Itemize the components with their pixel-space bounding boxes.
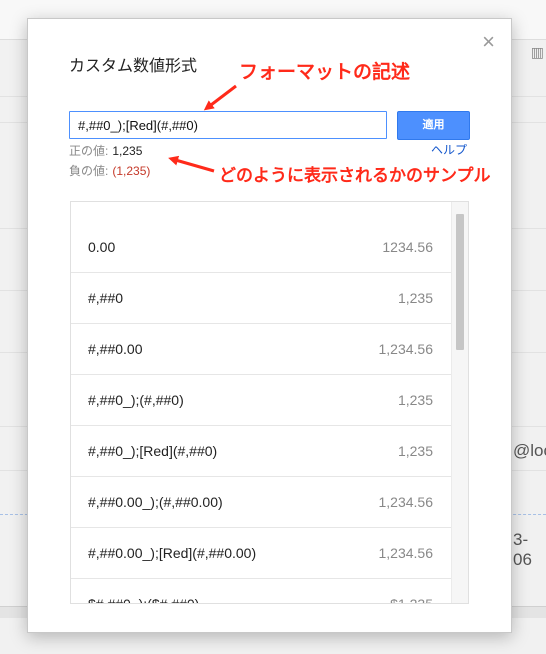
format-option[interactable]: #,##0_);(#,##0) 1,235 xyxy=(71,375,453,426)
format-example: 1234.56 xyxy=(382,239,433,255)
custom-number-format-dialog: カスタム数値形式 × 適用 ヘルプ 正の値:1,235 負の値:(1,235) … xyxy=(27,18,512,633)
format-option[interactable]: #,##0.00_);(#,##0.00) 1,234.56 xyxy=(71,477,453,528)
format-option[interactable]: #,##0 1,235 xyxy=(71,273,453,324)
cell-text: @loo xyxy=(513,441,546,460)
format-option[interactable]: $#,##0_);($#,##0) $1,235 xyxy=(71,579,453,604)
format-code: #,##0_);(#,##0) xyxy=(88,392,184,408)
format-code: #,##0.00_);(#,##0.00) xyxy=(88,494,223,510)
format-example: 1,235 xyxy=(397,443,433,459)
sample-annotation: どのように表示されるかのサンプル xyxy=(219,166,491,186)
format-example: 1,235 xyxy=(397,290,433,306)
format-input[interactable] xyxy=(69,111,387,139)
list-scrollbar[interactable] xyxy=(451,202,468,603)
format-example: $1,235 xyxy=(390,596,433,604)
format-annotation: フォーマットの記述 xyxy=(239,61,411,83)
format-code: 0.00 xyxy=(88,239,116,255)
positive-label: 正の値: xyxy=(69,144,109,158)
format-example: 1,234.56 xyxy=(378,545,434,561)
negative-sample: 負の値: (1,235) xyxy=(69,162,150,179)
format-option[interactable]: #,##0.00_);[Red](#,##0.00) 1,234.56 xyxy=(71,528,453,579)
positive-sample: 正の値: 1,235 xyxy=(69,142,142,159)
dialog-title: カスタム数値形式 xyxy=(69,58,198,75)
format-example: 1,234.56 xyxy=(378,494,434,510)
negative-label: 負の値: xyxy=(69,164,109,178)
positive-value: 1,235 xyxy=(112,144,143,158)
scrollbar-thumb[interactable] xyxy=(456,214,464,350)
format-example: 1,235 xyxy=(397,392,433,408)
cell-text: 3-06 xyxy=(513,530,532,569)
apply-button[interactable]: 適用 xyxy=(397,111,470,140)
format-code: #,##0 xyxy=(88,290,124,306)
format-code: #,##0.00_);[Red](#,##0.00) xyxy=(88,545,257,561)
format-list: 0.00 1234.56 #,##0 1,235 #,##0.00 1,234.… xyxy=(70,201,469,604)
close-icon[interactable]: × xyxy=(482,31,495,53)
negative-value: (1,235) xyxy=(112,164,151,178)
help-link[interactable]: ヘルプ xyxy=(431,141,467,158)
format-code: #,##0_);[Red](#,##0) xyxy=(88,443,218,459)
format-example: 1,234.56 xyxy=(378,341,434,357)
format-code: $#,##0_);($#,##0) xyxy=(88,596,200,604)
format-option[interactable]: 0.00 1234.56 xyxy=(71,222,453,273)
format-option[interactable]: #,##0.00 1,234.56 xyxy=(71,324,453,375)
toolbar-icon[interactable]: ▥ xyxy=(531,44,544,61)
format-option[interactable]: #,##0_);[Red](#,##0) 1,235 xyxy=(71,426,453,477)
format-code: #,##0.00 xyxy=(88,341,143,357)
